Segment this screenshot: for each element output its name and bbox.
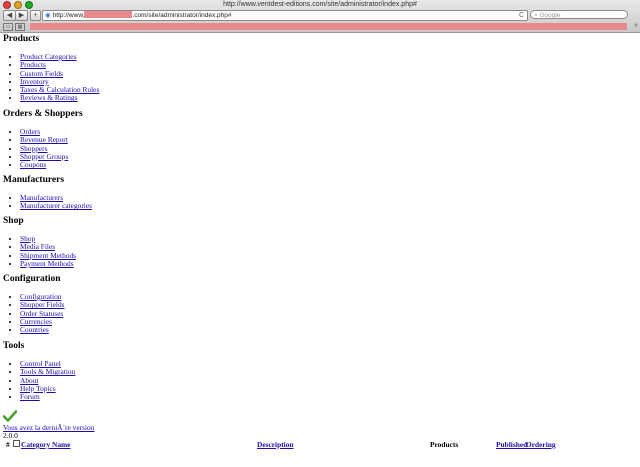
menu-item: Countries [20, 326, 65, 334]
section-heading: Manufacturers [3, 175, 65, 185]
menu-list: Control PanelTools & MigrationAboutHelp … [3, 359, 75, 401]
browser-toolbar: ◀ ▶ + ◉ http://www. .com/site/administrato… [0, 9, 640, 21]
ordering-header[interactable]: Ordering [526, 440, 556, 449]
description-header[interactable]: Description [257, 440, 294, 449]
url-suffix: .com/site/administrator/index.php# [132, 12, 232, 19]
section-heading: Configuration [3, 274, 61, 284]
check-icon [3, 410, 17, 422]
menu-link[interactable]: Countries [20, 325, 49, 334]
window-title: http://www.ventdest-editions.com/site/ad… [223, 1, 417, 8]
add-bookmark-button[interactable]: + [30, 10, 41, 21]
menu-list: ManufacturersManufacturer categories [3, 193, 92, 211]
reload-icon[interactable]: C [519, 11, 524, 20]
search-field[interactable]: ⌕ Google [530, 10, 628, 19]
section-heading: Products [3, 34, 40, 44]
menu-item: Forum [20, 393, 75, 401]
globe-icon: ◉ [45, 12, 51, 19]
close-window-button[interactable] [3, 1, 11, 9]
menu-link[interactable]: Coupons [20, 160, 46, 169]
menu-list: OrdersRevenue ReportShoppersShopper Grou… [3, 127, 83, 169]
menu-section: Manufacturers ManufacturersManufacturer c… [3, 175, 92, 211]
redacted-domain [84, 11, 133, 18]
forward-button[interactable]: ▶ [15, 10, 28, 21]
menu-list: ShopMedia FilesShipment MethodsPayment M… [3, 234, 76, 268]
redacted-bookmarks [30, 23, 627, 30]
bookmarks-bar: ▭ ▦ » [0, 22, 640, 31]
menu-section: Configuration ConfigurationShopper Fields… [3, 274, 65, 334]
menu-item: Payment Methods [20, 259, 76, 268]
menu-section: Tools Control PanelTools & MigrationAbout… [3, 341, 75, 401]
menu-link[interactable]: Payment Methods [20, 259, 74, 268]
menu-list: Product CategoriesProductsCustom FieldsI… [3, 52, 99, 103]
hash-column-header: # [6, 440, 10, 449]
products-header: Products [430, 440, 459, 449]
category-name-header[interactable]: Category Name [21, 440, 70, 449]
top-sites-icon[interactable]: ▦ [15, 23, 25, 31]
menu-section: Shop ShopMedia FilesShipment MethodsPayme… [3, 216, 76, 268]
minimize-window-button[interactable] [14, 1, 22, 9]
menu-item: Coupons [20, 161, 83, 169]
reading-list-icon[interactable]: ▭ [3, 23, 13, 31]
menu-section: Orders & Shoppers OrdersRevenue ReportSho… [3, 109, 83, 169]
section-heading: Orders & Shoppers [3, 109, 83, 119]
more-bookmarks-icon[interactable]: » [634, 22, 638, 29]
url-prefix: http://www. [52, 12, 85, 19]
category-table-header: # Category Name Description Products Pub… [3, 440, 633, 450]
menu-link[interactable]: Forum [20, 392, 40, 401]
published-header[interactable]: Published [496, 440, 527, 449]
menu-item: Manufacturer categories [20, 202, 92, 210]
section-heading: Shop [3, 216, 24, 226]
menu-item: Reviews & Ratings [20, 94, 99, 102]
search-placeholder: Google [539, 12, 561, 19]
section-heading: Tools [3, 341, 25, 351]
address-bar[interactable]: ◉ http://www. .com/site/administrator/inde… [42, 10, 528, 21]
version-number: 2.0.0 [3, 431, 18, 440]
menu-list: ConfigurationShopper FieldsOrder Statuse… [3, 292, 65, 334]
menu-section: Products Product CategoriesProductsCustom… [3, 34, 99, 103]
menu-link[interactable]: Manufacturer categories [20, 201, 92, 210]
menu-link[interactable]: Reviews & Ratings [20, 93, 77, 102]
browser-chrome: http://www.ventdest-editions.com/site/ad… [0, 0, 640, 33]
zoom-window-button[interactable] [25, 1, 33, 9]
window-controls [3, 1, 33, 9]
